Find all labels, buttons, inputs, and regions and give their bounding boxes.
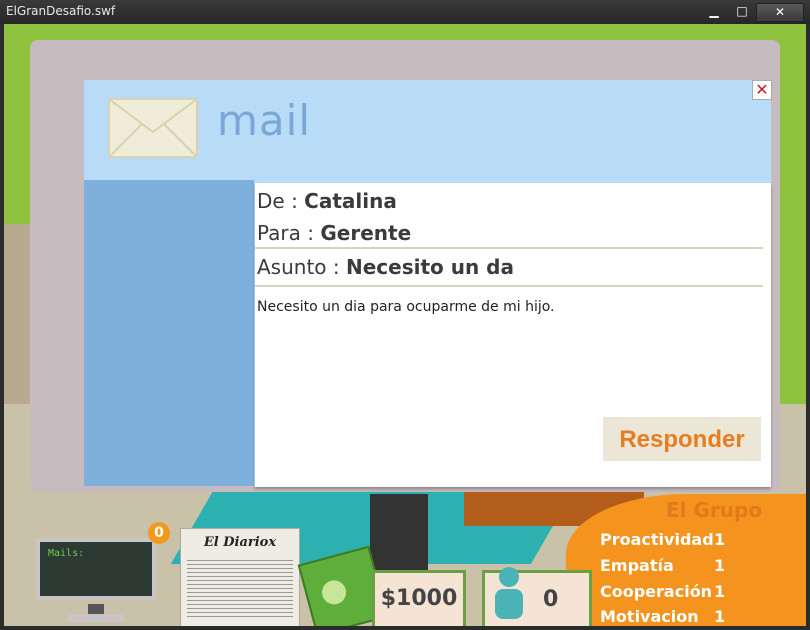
reply-button[interactable]: Responder <box>603 417 761 461</box>
mail-body: Necesito un dia para ocuparme de mi hijo… <box>257 299 555 315</box>
people-display: 0 <box>482 567 592 626</box>
mails-label: Mails: <box>48 548 85 559</box>
stat-label: Motivacion <box>600 607 699 626</box>
stat-label: Proactividad <box>600 530 714 549</box>
stat-proactividad: Proactividad 1 <box>600 530 725 549</box>
money-display: $1000 <box>372 570 466 626</box>
mail-screen: Mails: <box>36 538 156 600</box>
mail-count-badge: 0 <box>148 522 170 544</box>
mail-panel: mail ✕ De : Catalina Para : Gerente Asun… <box>84 80 772 487</box>
people-count: 0 <box>543 587 559 612</box>
title-bar: ElGranDesafio.swf ▁ □ ✕ <box>0 0 810 24</box>
mail-content: De : Catalina Para : Gerente Asunto : Ne… <box>255 183 771 487</box>
stat-empatia: Empatía 1 <box>600 556 725 575</box>
divider <box>255 247 763 249</box>
window-title: ElGranDesafio.swf <box>6 4 116 18</box>
mail-header-title: mail <box>217 96 311 145</box>
subject-value: Necesito un da <box>346 255 514 279</box>
maximize-icon: □ <box>736 4 748 18</box>
close-mail-button[interactable]: ✕ <box>752 80 772 100</box>
envelope-icon <box>108 98 198 158</box>
from-label: De : <box>257 189 298 213</box>
maximize-button[interactable]: □ <box>728 3 756 20</box>
stat-label: Cooperación <box>600 582 713 601</box>
stat-value: 1 <box>714 582 726 601</box>
mail-computer[interactable]: Mails: <box>28 528 170 626</box>
from-row: De : Catalina <box>257 189 397 213</box>
group-title: El Grupo <box>666 498 763 522</box>
close-window-button[interactable]: ✕ <box>756 3 804 22</box>
mail-board-frame: mail ✕ De : Catalina Para : Gerente Asun… <box>30 40 780 492</box>
stat-cooperacion: Cooperación 1 <box>600 582 725 601</box>
to-row: Para : Gerente <box>257 221 411 245</box>
close-icon: ✕ <box>755 80 769 99</box>
stat-motivacion: Motivacion 1 <box>600 607 725 626</box>
stat-value: 1 <box>714 556 726 575</box>
to-label: Para : <box>257 221 314 245</box>
mail-sidebar <box>84 180 254 486</box>
mail-header: mail ✕ <box>84 80 772 180</box>
stat-value: 1 <box>714 530 726 549</box>
newspaper-text-lines <box>187 557 293 617</box>
monitor-stand <box>68 604 124 622</box>
app-window: ElGranDesafio.swf ▁ □ ✕ mail ✕ De: Cata… <box>0 0 810 630</box>
subject-row: Asunto : Necesito un da <box>257 255 514 279</box>
dark-block-background <box>370 494 428 572</box>
to-value: Gerente <box>320 221 412 245</box>
minimize-button[interactable]: ▁ <box>700 3 728 20</box>
person-icon <box>495 567 523 619</box>
stat-value: 1 <box>714 607 726 626</box>
from-value: Catalina <box>304 189 397 213</box>
close-icon: ✕ <box>774 5 786 19</box>
minimize-icon: ▁ <box>709 4 719 18</box>
newspaper[interactable]: El Diariox <box>180 528 300 626</box>
game-canvas: mail ✕ De : Catalina Para : Gerente Asun… <box>4 24 806 626</box>
stat-label: Empatía <box>600 556 674 575</box>
subject-label: Asunto : <box>257 255 340 279</box>
newspaper-title: El Diariox <box>203 535 277 550</box>
divider <box>255 285 763 287</box>
